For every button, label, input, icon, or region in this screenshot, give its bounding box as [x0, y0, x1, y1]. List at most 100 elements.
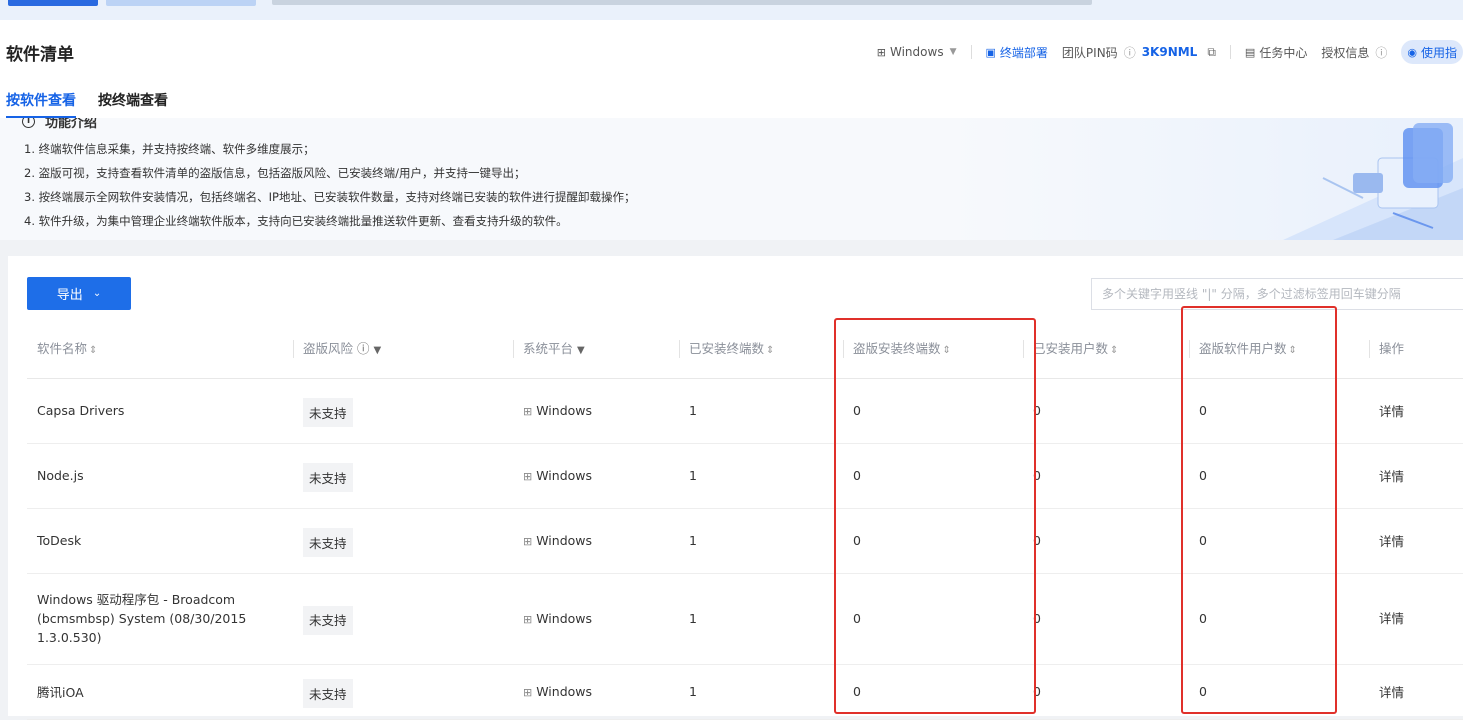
task-center-label: 任务中心 [1259, 45, 1308, 60]
installed-users: 0 [1023, 664, 1189, 720]
pirated-users: 0 [1189, 664, 1369, 720]
page-title: 软件清单 [6, 45, 74, 65]
software-list-panel: 导出 ⌄ 多个关键字用竖线 "|" 分隔，多个过滤标签用回车键分隔 软件名称 ⇕ … [8, 256, 1463, 720]
platform-cell: ⊞ Windows [513, 508, 679, 574]
pirated-terminals: 0 [843, 508, 1023, 574]
details-link[interactable]: 详情 [1369, 443, 1463, 509]
piracy-risk-cell: 未支持 [293, 443, 513, 509]
details-link[interactable]: 详情 [1369, 508, 1463, 574]
windows-icon: ⊞ [876, 45, 886, 59]
software-table: 软件名称 ⇕ 盗版风险 ⓘ ▼ 系统平台 ▼ 已安装终端数 ⇕ 盗版安装终端数 ⇕ 已… [27, 318, 1463, 720]
col-piracy-risk[interactable]: 盗版风险 ⓘ ▼ [293, 318, 513, 379]
col-label: 盗版风险 [303, 341, 354, 357]
filter-icon[interactable]: ▼ [577, 345, 585, 356]
info-icon[interactable]: ⓘ [357, 341, 370, 356]
col-actions: 操作 [1369, 318, 1463, 379]
sort-icon[interactable]: ⇕ [943, 345, 951, 356]
task-center-link[interactable]: ▤ 任务中心 [1245, 44, 1307, 61]
piracy-risk-cell: 未支持 [293, 378, 513, 444]
piracy-risk-cell: 未支持 [293, 664, 513, 720]
pirated-users: 0 [1189, 378, 1369, 444]
sort-icon[interactable]: ⇕ [766, 345, 774, 356]
copy-icon[interactable]: ⧉ [1207, 45, 1216, 60]
table-row: ToDesk 未支持 ⊞ Windows 1 0 0 0 详情 [27, 508, 1463, 574]
pirated-terminals: 0 [843, 664, 1023, 720]
software-name: Node.js [27, 443, 293, 509]
eye-icon: ◉ [1407, 45, 1417, 59]
status-badge: 未支持 [303, 463, 353, 492]
pin-label: 团队PIN码 [1061, 45, 1118, 60]
installed-terminals: 1 [679, 508, 843, 574]
search-input[interactable]: 多个关键字用竖线 "|" 分隔，多个过滤标签用回车键分隔 [1091, 278, 1463, 310]
info-icon[interactable]: ⓘ [1124, 44, 1136, 61]
details-link[interactable]: 详情 [1369, 664, 1463, 720]
divider [513, 340, 514, 358]
chevron-down-icon: ▼ [949, 47, 957, 57]
top-strip-text [272, 0, 1092, 5]
intro-heading-label: 功能介绍 [45, 118, 98, 131]
sort-icon[interactable]: ⇕ [89, 345, 97, 356]
col-pirated-terminals[interactable]: 盗版安装终端数 ⇕ [843, 318, 1023, 379]
list-item: 3. 按终端展示全网软件安装情况，包括终端名、IP地址、已安装软件数量，支持对终… [24, 190, 636, 204]
tab-by-software[interactable]: 按软件查看 [6, 90, 76, 118]
col-label: 已安装终端数 [689, 341, 765, 357]
piracy-risk-cell: 未支持 [293, 573, 513, 665]
sort-icon[interactable]: ⇕ [1289, 345, 1297, 356]
installed-users: 0 [1023, 508, 1189, 574]
pirated-users: 0 [1189, 573, 1369, 665]
installed-terminals: 1 [679, 664, 843, 720]
status-badge: 未支持 [303, 679, 353, 708]
windows-icon: ⊞ [523, 686, 533, 699]
chevron-down-icon: ⌄ [92, 288, 102, 299]
details-link[interactable]: 详情 [1369, 378, 1463, 444]
list-item: 1. 终端软件信息采集，并支持按终端、软件多维度展示； [24, 142, 315, 156]
software-name: Capsa Drivers [27, 378, 293, 444]
pirated-users: 0 [1189, 508, 1369, 574]
col-label: 软件名称 [37, 341, 88, 357]
usage-guide-button[interactable]: ◉ 使用指 [1401, 40, 1463, 64]
col-platform[interactable]: 系统平台 ▼ [513, 318, 679, 379]
col-software-name[interactable]: 软件名称 ⇕ [27, 318, 293, 379]
platform-label: Windows [536, 403, 593, 418]
team-pin: 团队PIN码 ⓘ 3K9NML ⧉ [1062, 44, 1216, 61]
col-installed-users[interactable]: 已安装用户数 ⇕ [1023, 318, 1189, 379]
pin-value: 3K9NML [1141, 45, 1198, 59]
sort-icon[interactable]: ⇕ [1110, 345, 1118, 356]
table-row: Capsa Drivers 未支持 ⊞ Windows 1 0 0 0 详情 [27, 378, 1463, 444]
tab-by-terminal[interactable]: 按终端查看 [98, 90, 168, 118]
export-button[interactable]: 导出 ⌄ [27, 277, 131, 310]
divider [1023, 340, 1024, 358]
installed-terminals: 1 [679, 378, 843, 444]
col-pirated-users[interactable]: 盗版软件用户数 ⇕ [1189, 318, 1369, 379]
top-strip-block [8, 0, 98, 6]
divider [679, 340, 680, 358]
windows-icon: ⊞ [523, 535, 533, 548]
platform-cell: ⊞ Windows [513, 664, 679, 720]
platform-label: Windows [536, 533, 593, 548]
document-icon: ▤ [1244, 45, 1256, 59]
page-header: 软件清单 ⊞ Windows ▼ ▣ 终端部署 团队PIN码 ⓘ 3K9NML … [0, 20, 1463, 118]
col-installed-terminals[interactable]: 已安装终端数 ⇕ [679, 318, 843, 379]
platform-select[interactable]: ⊞ Windows ▼ [877, 45, 957, 59]
top-strip [0, 0, 1463, 20]
col-label: 盗版软件用户数 [1199, 341, 1287, 357]
platform-label: Windows [536, 684, 593, 699]
platform-cell: ⊞ Windows [513, 443, 679, 509]
deploy-link[interactable]: ▣ 终端部署 [986, 44, 1048, 61]
usage-guide-label: 使用指 [1420, 45, 1457, 60]
platform-label: Windows [536, 610, 593, 626]
table-row: Windows 驱动程序包 - Broadcom (bcmsmbsp) Syst… [27, 573, 1463, 665]
table-header-row: 软件名称 ⇕ 盗版风险 ⓘ ▼ 系统平台 ▼ 已安装终端数 ⇕ 盗版安装终端数 ⇕ 已… [27, 318, 1463, 379]
info-icon: ⓘ [1375, 45, 1388, 60]
table-row: 腾讯iOA 未支持 ⊞ Windows 1 0 0 0 详情 [27, 664, 1463, 720]
details-link[interactable]: 详情 [1369, 573, 1463, 665]
installed-terminals: 1 [679, 573, 843, 665]
info-icon: i [22, 118, 35, 128]
col-label: 操作 [1379, 341, 1405, 357]
divider [1189, 340, 1190, 358]
platform-cell: ⊞ Windows [513, 573, 679, 665]
software-name: 腾讯iOA [27, 664, 293, 720]
filter-icon[interactable]: ▼ [374, 345, 382, 356]
divider [970, 45, 972, 59]
license-info-link[interactable]: 授权信息 ⓘ [1321, 44, 1387, 61]
